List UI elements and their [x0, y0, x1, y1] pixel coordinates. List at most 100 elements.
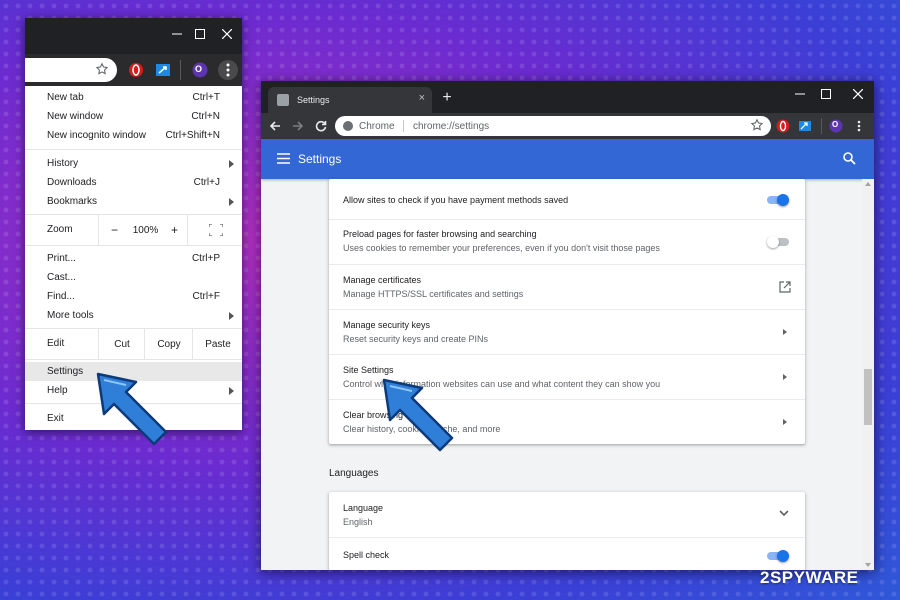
submenu-arrow-icon: [229, 198, 234, 206]
menu-item-label: Bookmarks: [47, 196, 98, 207]
toggle-knob: [767, 236, 779, 248]
title-bar: [25, 18, 242, 54]
watermark-mark: E: [846, 568, 859, 587]
new-tab-button[interactable]: +: [439, 90, 455, 106]
close-icon[interactable]: [845, 85, 871, 103]
back-arrow-icon[interactable]: [265, 116, 285, 136]
external-link-icon[interactable]: [779, 281, 791, 293]
hamburger-menu-icon[interactable]: [277, 153, 290, 164]
toggle-knob: [777, 194, 789, 206]
chevron-right-icon: [783, 329, 787, 335]
minimize-icon[interactable]: [787, 85, 813, 103]
reload-icon[interactable]: [311, 116, 331, 136]
settings-row-manage-certificates[interactable]: Manage certificates Manage HTTPS/SSL cer…: [329, 264, 805, 310]
menu-item-print[interactable]: Print... Ctrl+P: [25, 249, 242, 268]
row-title: Language: [343, 503, 384, 513]
settings-row-spell-check[interactable]: Spell check: [329, 537, 805, 570]
submenu-arrow-icon: [229, 160, 234, 168]
chrome-settings-window: Settings × + Chrome chrome://settings O …: [261, 81, 874, 570]
scrollbar[interactable]: [862, 179, 874, 570]
kebab-menu-icon[interactable]: [850, 117, 868, 135]
menu-item-cast[interactable]: Cast...: [25, 268, 242, 287]
fullscreen-icon[interactable]: [187, 215, 243, 245]
address-bar[interactable]: Chrome chrome://settings: [335, 116, 771, 136]
toolbar: O: [25, 54, 242, 86]
menu-item-label: Settings: [47, 366, 84, 377]
row-subtitle: Reset security keys and create PINs: [343, 334, 489, 344]
watermark-logo: 2SPYWARE: [760, 568, 858, 588]
forward-arrow-icon[interactable]: [288, 116, 308, 136]
menu-item-shortcut: Ctrl+J: [193, 177, 220, 188]
menu-item-downloads[interactable]: Downloads Ctrl+J: [25, 173, 242, 192]
settings-row-payment-methods[interactable]: Allow sites to check if you have payment…: [329, 179, 805, 219]
site-chip: Chrome: [359, 121, 395, 132]
scroll-up-icon[interactable]: [865, 182, 871, 186]
preload-pages-toggle[interactable]: [767, 236, 789, 248]
search-icon[interactable]: [843, 152, 856, 165]
chevron-down-icon[interactable]: [779, 510, 789, 517]
cut-label: Cut: [114, 338, 130, 350]
copy-button[interactable]: Copy: [144, 329, 193, 359]
row-title: Manage certificates: [343, 275, 422, 285]
opera-extension-icon[interactable]: [127, 61, 145, 79]
zoom-row: Zoom − 100% +: [25, 215, 242, 245]
chevron-right-icon: [783, 374, 787, 380]
menu-item-label: Cast...: [47, 272, 76, 283]
spell-check-toggle[interactable]: [767, 550, 789, 562]
tab-title: Settings: [297, 95, 330, 105]
edit-row: Edit Cut Copy Paste: [25, 329, 242, 359]
profile-icon[interactable]: O: [191, 61, 209, 79]
menu-item-bookmarks[interactable]: Bookmarks: [25, 192, 242, 211]
row-title: Spell check: [343, 550, 390, 560]
share-extension-icon[interactable]: [796, 117, 814, 135]
pointer-arrow-icon: [92, 368, 172, 450]
zoom-value: 100%: [132, 224, 159, 236]
menu-item-label: History: [47, 158, 79, 169]
address-divider: [403, 120, 404, 132]
menu-separator: [25, 359, 242, 360]
menu-item-label: Print...: [47, 253, 76, 264]
opera-extension-icon[interactable]: [774, 117, 792, 135]
settings-row-preload-pages[interactable]: Preload pages for faster browsing and se…: [329, 219, 805, 265]
url-text: chrome://settings: [413, 121, 490, 132]
kebab-menu-icon[interactable]: [218, 60, 238, 80]
menu-item-history[interactable]: History: [25, 154, 242, 173]
zoom-in-button[interactable]: +: [162, 215, 187, 245]
menu-separator: [25, 149, 242, 150]
toolbar-divider: [821, 118, 822, 134]
payment-methods-toggle[interactable]: [767, 194, 789, 206]
settings-row-manage-security-keys[interactable]: Manage security keys Reset security keys…: [329, 309, 805, 355]
settings-row-language[interactable]: Language English: [329, 492, 805, 537]
menu-item-find[interactable]: Find... Ctrl+F: [25, 287, 242, 306]
profile-icon[interactable]: O: [827, 117, 845, 135]
tab-close-icon[interactable]: ×: [419, 92, 425, 104]
star-icon[interactable]: [95, 62, 109, 76]
address-bar[interactable]: [25, 58, 117, 82]
tab-settings[interactable]: Settings ×: [268, 87, 432, 113]
maximize-icon[interactable]: [813, 85, 839, 103]
cut-button[interactable]: Cut: [98, 329, 145, 359]
star-icon[interactable]: [750, 118, 764, 132]
submenu-arrow-icon: [229, 312, 234, 320]
languages-card: Language English Spell check: [329, 492, 805, 570]
menu-item-new-incognito-window[interactable]: New incognito window Ctrl+Shift+N: [25, 126, 242, 145]
paste-button[interactable]: Paste: [192, 329, 243, 359]
menu-separator: [25, 245, 242, 246]
menu-item-more-tools[interactable]: More tools: [25, 306, 242, 325]
share-extension-icon[interactable]: [154, 61, 172, 79]
maximize-icon[interactable]: [187, 23, 213, 45]
menu-item-label: New tab: [47, 92, 84, 103]
toolbar: Chrome chrome://settings O: [261, 113, 874, 139]
scroll-down-icon[interactable]: [865, 563, 871, 567]
scrollbar-thumb[interactable]: [864, 369, 872, 425]
zoom-label: Zoom: [47, 224, 73, 235]
close-icon[interactable]: [214, 23, 240, 45]
menu-item-label: More tools: [47, 310, 94, 321]
zoom-level: 100%: [129, 215, 162, 245]
toolbar-divider: [180, 60, 181, 80]
profile-letter: O: [195, 64, 203, 74]
menu-item-new-window[interactable]: New window Ctrl+N: [25, 107, 242, 126]
menu-item-new-tab[interactable]: New tab Ctrl+T: [25, 88, 242, 107]
zoom-out-button[interactable]: −: [98, 215, 130, 245]
menu-item-shortcut: Ctrl+Shift+N: [165, 130, 220, 141]
